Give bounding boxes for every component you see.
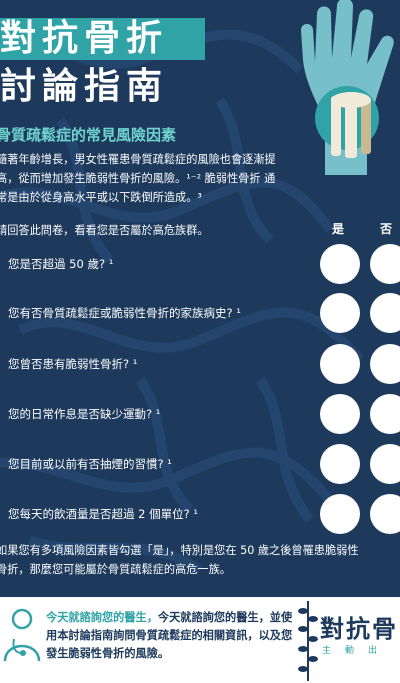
intro-paragraph: 隨著年齡增長，男女性罹患骨質疏鬆症的風險也會逐漸提 高，從而增加發生脆弱性骨折的… (0, 150, 396, 207)
conclusion-line: 骨折，那麼您可能屬於骨質疏鬆症的高危一族。 (0, 563, 231, 576)
answer-yes-circle[interactable] (320, 444, 360, 484)
title-line-2: 討論指南 (0, 66, 169, 107)
question-row: 您每天的飲酒量是否超過 2 個單位? ¹ (0, 492, 400, 536)
footer: 今天就諮詢您的醫生，今天就諮詢您的醫生，並使用本討論指南詢問骨質疏鬆症的相關資訊… (0, 597, 400, 683)
answer-no-circle[interactable] (370, 444, 400, 484)
answer-yes-circle[interactable] (320, 494, 360, 534)
answer-no-circle[interactable] (370, 344, 400, 384)
answer-no-circle[interactable] (370, 494, 400, 534)
question-text: 您每天的飲酒量是否超過 2 個單位? ¹ (8, 507, 198, 521)
answer-yes-circle[interactable] (320, 344, 360, 384)
question-text: 您曾否患有脆弱性骨折? ¹ (8, 357, 138, 371)
title-line-1: 對抗骨折 (0, 18, 205, 60)
column-header-yes: 是 (332, 222, 345, 236)
question-row: 您曾否患有脆弱性骨折? ¹ (0, 342, 400, 386)
column-header-no: 否 (380, 222, 393, 236)
brand-logo-text: 對抗骨 (320, 615, 398, 643)
question-text: 您目前或以前有否抽煙的習慣? ¹ (8, 457, 172, 471)
footer-accent-text: 今天就諮詢您的醫生， (46, 611, 158, 624)
title-block: 對抗骨折 討論指南 (0, 18, 205, 113)
doctor-icon (3, 608, 41, 662)
answer-yes-circle[interactable] (320, 293, 360, 333)
question-row: 您有否骨質疏鬆症或脆弱性骨折的家族病史? ¹ (0, 291, 400, 335)
conclusion-line: 如果您有多項風險因素皆勾選「是」，特別是您在 50 歲之後曾罹患脆弱性 (0, 544, 359, 557)
question-text: 您是否超過 50 歲? ¹ (8, 257, 114, 271)
footer-text: 今天就諮詢您的醫生，今天就諮詢您的醫生，並使用本討論指南詢問骨質疏鬆症的相關資訊… (46, 609, 296, 663)
question-row: 您是否超過 50 歲? ¹ (0, 242, 400, 286)
intro-line: 隨著年齡增長，男女性罹患骨質疏鬆症的風險也會逐漸提 (0, 153, 276, 166)
answer-no-circle[interactable] (370, 244, 400, 284)
instruction-text: 請回答此問卷，看看您是否屬於高危族群。 (0, 224, 209, 237)
answer-yes-circle[interactable] (320, 394, 360, 434)
question-text: 您有否骨質疏鬆症或脆弱性骨折的家族病史? ¹ (8, 306, 241, 320)
intro-line: 高，從而增加發生脆弱性骨折的風險。¹⁻² 脆弱性骨折 通 (0, 172, 276, 185)
vine-decoration-icon (298, 601, 318, 681)
hand-bone-illustration (301, 0, 394, 175)
question-row: 您的日常作息是否缺少運動? ¹ (0, 392, 400, 436)
intro-line: 常是由於從身高水平或以下跌倒所造成。³ (0, 191, 202, 204)
conclusion-paragraph: 如果您有多項風險因素皆勾選「是」，特別是您在 50 歲之後曾罹患脆弱性 骨折，那… (0, 541, 400, 579)
answer-no-circle[interactable] (370, 293, 400, 333)
brand-subtitle: 主動出 (322, 646, 392, 656)
answer-yes-circle[interactable] (320, 244, 360, 284)
answer-no-circle[interactable] (370, 394, 400, 434)
section-heading: 骨質疏鬆症的常見風險因素 (0, 126, 177, 144)
question-text: 您的日常作息是否缺少運動? ¹ (8, 407, 161, 421)
question-row: 您目前或以前有否抽煙的習慣? ¹ (0, 442, 400, 486)
